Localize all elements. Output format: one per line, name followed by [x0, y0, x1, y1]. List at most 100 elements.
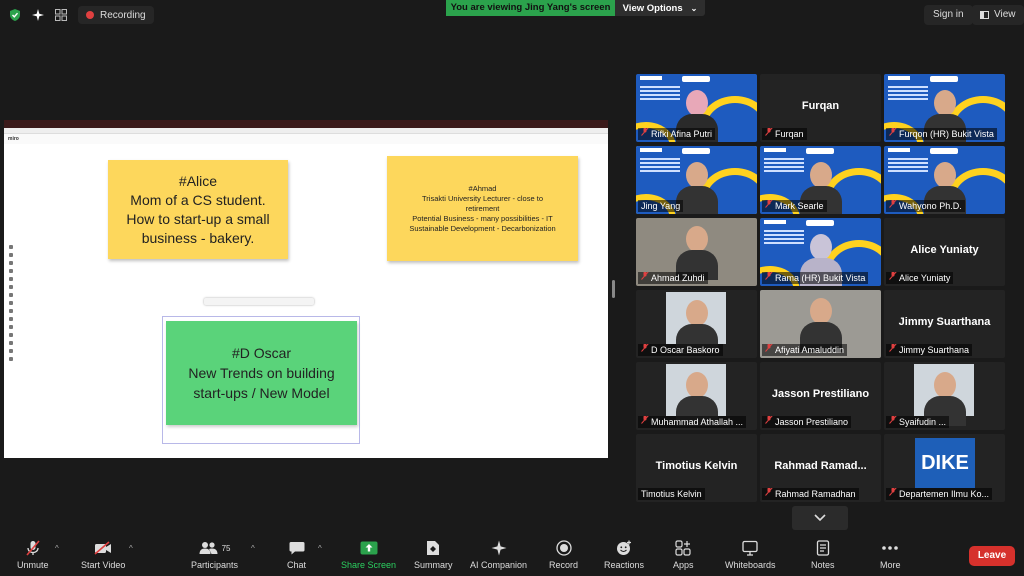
leave-button[interactable]: Leave: [969, 546, 1015, 566]
participant-tile[interactable]: Afiyati Amaluddin: [760, 290, 881, 358]
video-options-caret[interactable]: ^: [129, 544, 133, 553]
mic-muted-icon: [889, 488, 897, 500]
summary-icon: [424, 540, 442, 556]
participant-name-label: Jasson Prestiliano: [762, 416, 852, 428]
participant-name-label: Timotius Kelvin: [638, 488, 705, 500]
start-video-button[interactable]: Start Video: [81, 540, 125, 570]
view-options-label: View Options: [622, 2, 683, 14]
mic-muted-icon: [889, 272, 897, 284]
more-button[interactable]: More: [880, 540, 901, 570]
participant-tile[interactable]: Rahmad Ramad... Rahmad Ramadhan: [760, 434, 881, 502]
reactions-button[interactable]: Reactions: [604, 540, 644, 570]
participant-tile[interactable]: Alice Yuniaty Alice Yuniaty: [884, 218, 1005, 286]
chat-options-caret[interactable]: ^: [318, 544, 322, 553]
shared-screen: miro #Alice Mom of a CS student. How to …: [4, 120, 608, 458]
floating-toolbar: [204, 298, 314, 305]
summary-button[interactable]: Summary: [414, 540, 453, 570]
participant-name-label: Furqon (HR) Bukit Vista: [886, 128, 997, 140]
whiteboards-button[interactable]: Whiteboards: [725, 540, 776, 570]
mic-muted-icon: [641, 272, 649, 284]
sticky-text: Mom of a CS student.: [130, 191, 266, 208]
participant-tile[interactable]: Rama (HR) Bukit Vista: [760, 218, 881, 286]
sticky-text: #Alice: [178, 172, 218, 189]
collapse-gallery-button[interactable]: [792, 506, 848, 530]
mic-muted-icon: [889, 416, 897, 428]
participant-tile[interactable]: Jimmy Suarthana Jimmy Suarthana: [884, 290, 1005, 358]
grid-icon[interactable]: [52, 6, 70, 24]
recording-indicator[interactable]: Recording: [78, 6, 154, 24]
participant-name-label: Wahyono Ph.D.: [886, 200, 965, 212]
mic-muted-icon: [641, 344, 649, 356]
participant-tile[interactable]: Rifki Afina Putri: [636, 74, 757, 142]
mic-muted-icon: [641, 128, 649, 140]
participant-name-label: Muhammad Athallah ...: [638, 416, 747, 428]
mic-muted-icon: [641, 416, 649, 428]
shield-icon[interactable]: [6, 6, 24, 24]
sticky-text: retirement: [465, 203, 500, 213]
participant-display-name: Rahmad Ramad...: [774, 460, 867, 472]
more-dots-icon: [881, 540, 899, 556]
unmute-button[interactable]: Unmute: [17, 540, 49, 570]
apps-icon: [674, 540, 692, 556]
mic-muted-icon: [765, 344, 773, 356]
mic-muted-icon: [765, 200, 773, 212]
participant-tile[interactable]: Wahyono Ph.D.: [884, 146, 1005, 214]
sticky-note-oscar: #D Oscar New Trends on building start-up…: [166, 321, 357, 425]
whiteboards-label: Whiteboards: [725, 560, 776, 570]
participant-tile[interactable]: Mark Searle: [760, 146, 881, 214]
mic-muted-icon: [24, 540, 42, 556]
whiteboard-icon: [741, 540, 759, 556]
participant-tile[interactable]: Furqon (HR) Bukit Vista: [884, 74, 1005, 142]
audio-options-caret[interactable]: ^: [55, 544, 59, 553]
apps-button[interactable]: Apps: [673, 540, 694, 570]
participant-name-label: Alice Yuniaty: [886, 272, 954, 284]
mic-muted-icon: [889, 200, 897, 212]
participant-name-label: Syaifudin ...: [886, 416, 950, 428]
split-handle[interactable]: [612, 280, 615, 298]
chevron-down-icon: [814, 514, 826, 522]
dike-logo: DIKE: [915, 438, 975, 488]
view-button[interactable]: View: [972, 5, 1024, 25]
view-label: View: [994, 9, 1016, 20]
ai-sparkle-icon[interactable]: [29, 6, 47, 24]
share-screen-button[interactable]: Share Screen: [341, 540, 396, 570]
view-options-button[interactable]: View Options ⌄: [615, 0, 705, 16]
participant-tile[interactable]: Timotius Kelvin Timotius Kelvin: [636, 434, 757, 502]
layout-icon: [980, 11, 989, 19]
participant-name: D Oscar Baskoro: [651, 345, 720, 355]
participant-name: Muhammad Athallah ...: [651, 417, 744, 427]
sticky-note-alice: #Alice Mom of a CS student. How to start…: [108, 160, 288, 259]
ai-sparkle-icon: [490, 540, 508, 556]
record-icon: [555, 540, 573, 556]
sticky-text: Trisakti University Lecturer - close to: [421, 193, 543, 203]
participant-tile[interactable]: D Oscar Baskoro: [636, 290, 757, 358]
participant-tile[interactable]: Syaifudin ...: [884, 362, 1005, 430]
mic-muted-icon: [765, 128, 773, 140]
participant-name: Alice Yuniaty: [899, 273, 951, 283]
participant-tile[interactable]: Jing Yang: [636, 146, 757, 214]
notes-button[interactable]: Notes: [811, 540, 835, 570]
sticky-text: #D Oscar: [231, 345, 292, 361]
participant-tile[interactable]: Muhammad Athallah ...: [636, 362, 757, 430]
participant-name-label: Mark Searle: [762, 200, 827, 212]
participant-tile[interactable]: DIKE Departemen Ilmu Ko...: [884, 434, 1005, 502]
participant-name: Jing Yang: [641, 201, 681, 211]
record-button[interactable]: Record: [549, 540, 578, 570]
chat-button[interactable]: Chat: [287, 540, 306, 570]
sticky-note-ahmad: #Ahmad Trisakti University Lecturer - cl…: [387, 156, 578, 261]
mic-muted-icon: [889, 128, 897, 140]
participants-button[interactable]: 75 Participants: [191, 540, 238, 570]
participant-name: Rifki Afina Putri: [651, 129, 713, 139]
participant-name: Ahmad Zuhdi: [651, 273, 705, 283]
chat-icon: [288, 540, 306, 556]
participant-tile[interactable]: Ahmad Zuhdi: [636, 218, 757, 286]
participants-count: 75: [221, 543, 231, 553]
participant-tile[interactable]: Furqan Furqan: [760, 74, 881, 142]
video-off-icon: [94, 540, 112, 556]
sign-in-button[interactable]: Sign in: [924, 5, 973, 25]
participant-tile[interactable]: Jasson Prestiliano Jasson Prestiliano: [760, 362, 881, 430]
ai-companion-button[interactable]: AI Companion: [470, 540, 527, 570]
participant-name-label: Jimmy Suarthana: [886, 344, 973, 356]
participants-options-caret[interactable]: ^: [251, 544, 255, 553]
sticky-text: business - bakery.: [141, 229, 255, 246]
